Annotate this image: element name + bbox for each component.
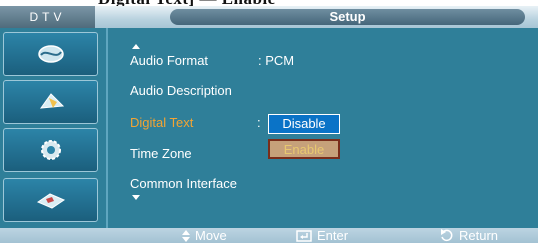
sidebar-tab-sound[interactable] bbox=[3, 80, 98, 124]
sidebar-tab-picture[interactable] bbox=[3, 32, 98, 76]
option-enable[interactable]: Enable bbox=[268, 139, 340, 159]
sound-icon bbox=[39, 93, 64, 109]
sidebar-tab-setup[interactable] bbox=[3, 128, 98, 172]
audio-format-value: : PCM bbox=[258, 53, 295, 68]
digital-text-separator: : bbox=[257, 115, 261, 130]
sidebar-divider bbox=[106, 28, 108, 228]
footer-enter-label: Enter bbox=[317, 228, 349, 243]
menu-title: Setup bbox=[170, 9, 525, 25]
menu-item-common-interface[interactable]: Common Interface bbox=[130, 176, 237, 191]
menu-item-audio-description[interactable]: Audio Description bbox=[130, 83, 232, 98]
enter-icon bbox=[296, 230, 312, 242]
sidebar-tab-input[interactable] bbox=[3, 178, 98, 222]
menu-item-audio-format[interactable]: Audio Format bbox=[130, 53, 208, 68]
input-icon bbox=[36, 193, 65, 209]
setup-icon bbox=[40, 140, 61, 160]
dtv-mode-label: DTV bbox=[0, 6, 95, 28]
menu-item-digital-text[interactable]: Digital Text bbox=[130, 115, 193, 130]
setup-menu-list: Audio Format : PCM Audio Description Dig… bbox=[109, 28, 538, 228]
updown-arrow-icon bbox=[182, 230, 190, 242]
menu-item-time-zone[interactable]: Time Zone bbox=[130, 146, 192, 161]
category-sidebar bbox=[0, 28, 104, 228]
footer-move-hint: Move bbox=[182, 228, 227, 243]
footer-return-label: Return bbox=[459, 228, 499, 243]
return-icon bbox=[441, 229, 453, 242]
footer-move-label: Move bbox=[195, 228, 227, 243]
picture-icon bbox=[37, 45, 64, 63]
scroll-up-arrow-icon[interactable] bbox=[132, 44, 140, 49]
scroll-down-arrow-icon[interactable] bbox=[132, 195, 140, 200]
setup-osd-panel: DTV Setup Audio Format: PCM Audio Descr… bbox=[0, 6, 538, 243]
footer-enter-hint: Enter bbox=[296, 228, 348, 243]
footer-return-hint: Return bbox=[440, 228, 498, 243]
osd-footer-bar: Move Enter Return bbox=[0, 228, 538, 243]
option-disable[interactable]: Disable bbox=[268, 114, 340, 134]
osd-header-bar: DTV Setup bbox=[0, 6, 538, 28]
